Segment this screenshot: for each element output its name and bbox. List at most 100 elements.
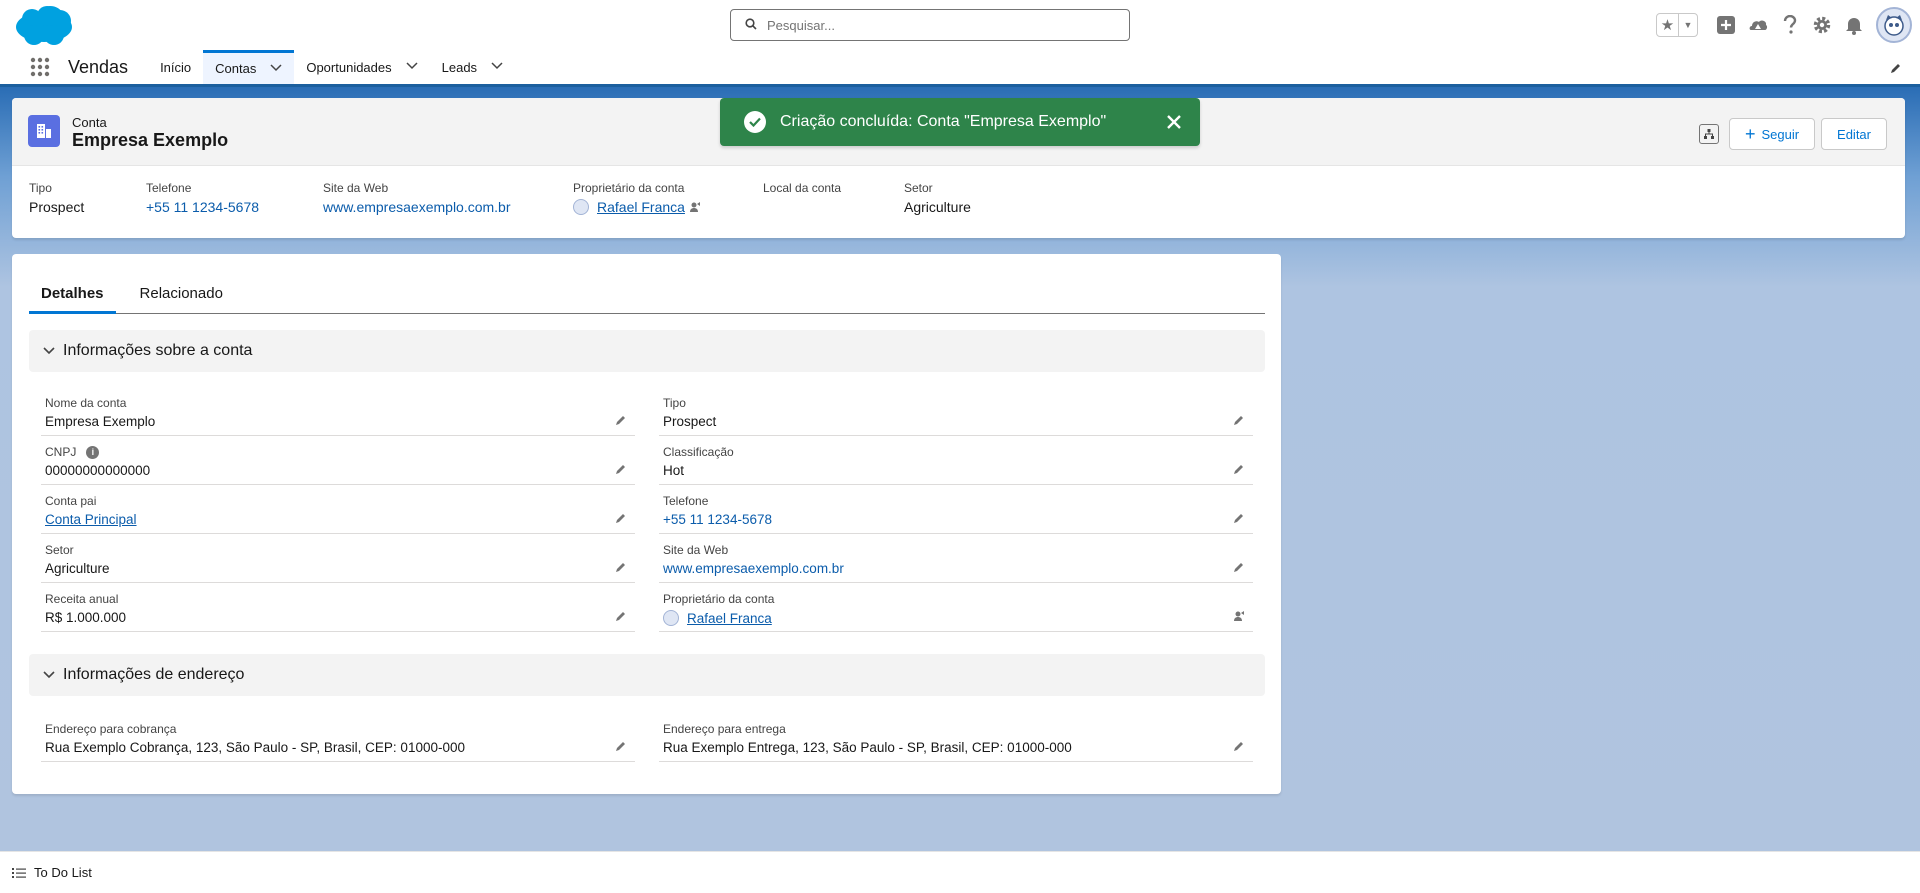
record-object-label: Conta (72, 115, 107, 130)
app-name: Vendas (68, 56, 129, 77)
follow-button[interactable]: + Seguir (1728, 118, 1816, 150)
add-icon[interactable] (1710, 15, 1742, 35)
record-actions: + Seguir Editar (1698, 118, 1887, 150)
owner-link[interactable]: Rafael Franca (597, 199, 685, 215)
chevron-down-icon[interactable] (406, 61, 418, 73)
chevron-down-icon[interactable] (43, 347, 55, 355)
user-avatar[interactable] (1876, 7, 1912, 43)
highlight-label: Local da conta (763, 181, 842, 195)
close-icon[interactable] (1162, 110, 1186, 134)
pencil-icon[interactable] (613, 738, 629, 754)
pencil-icon[interactable] (613, 559, 629, 575)
pencil-icon[interactable] (1890, 62, 1902, 77)
field-type: Tipo Prospect (659, 388, 1253, 436)
field-label: Tipo (663, 396, 686, 410)
change-owner-icon[interactable] (1231, 608, 1247, 624)
pencil-icon[interactable] (1231, 510, 1247, 526)
field-website: Site da Web www.empresaexemplo.com.br (659, 535, 1253, 583)
section-account-info[interactable]: Informações sobre a conta (29, 330, 1265, 372)
field-phone: Telefone +55 11 1234-5678 (659, 486, 1253, 534)
highlight-label: Setor (904, 181, 933, 195)
global-search[interactable] (730, 9, 1130, 41)
field-label: Conta pai (45, 494, 97, 508)
highlight-telefone: Telefone +55 11 1234-5678 (146, 181, 323, 215)
highlight-label: Telefone (146, 181, 192, 195)
nav-item-oportunidades[interactable]: Oportunidades (294, 50, 429, 84)
nav-item-label: Oportunidades (306, 59, 392, 75)
hierarchy-icon[interactable] (1698, 124, 1719, 144)
pencil-icon[interactable] (613, 412, 629, 428)
chevron-down-icon[interactable] (270, 63, 282, 75)
highlight-owner: Proprietário da conta Rafael Franca (573, 181, 763, 215)
field-label: Endereço para cobrança (45, 722, 177, 736)
nav-item-contas[interactable]: Contas (203, 50, 295, 84)
pencil-icon[interactable] (613, 510, 629, 526)
cnpj-label: CNPJ (45, 445, 77, 459)
app-launcher-icon[interactable] (20, 50, 60, 84)
phone-link[interactable]: +55 11 1234-5678 (663, 512, 772, 527)
field-rating: Classificação Hot (659, 437, 1253, 485)
field-value: Rua Exemplo Cobrança, 123, São Paulo - S… (45, 740, 465, 755)
todo-list-icon[interactable] (12, 867, 26, 879)
highlight-local: Local da conta (763, 181, 904, 215)
pencil-icon[interactable] (613, 461, 629, 477)
website-link[interactable]: www.empresaexemplo.com.br (663, 561, 844, 576)
field-value: Hot (663, 463, 685, 478)
field-billing-address: Endereço para cobrança Rua Exemplo Cobra… (41, 714, 635, 762)
field-parent-account: Conta pai Conta Principal (41, 486, 635, 534)
tab-detalhes[interactable]: Detalhes (29, 274, 116, 314)
owner-value: Rafael Franca (573, 199, 763, 215)
record-detail-card: Detalhes Relacionado Informações sobre a… (12, 254, 1281, 794)
pencil-icon[interactable] (1231, 412, 1247, 428)
star-icon[interactable]: ★ (1657, 14, 1679, 36)
highlight-tipo: Tipo Prospect (29, 181, 146, 215)
section-title: Informações de endereço (63, 666, 245, 683)
highlight-setor: Setor Agriculture (904, 181, 1054, 215)
field-label: Proprietário da conta (663, 592, 775, 606)
help-icon[interactable] (1774, 15, 1806, 35)
field-value: R$ 1.000.000 (45, 610, 127, 625)
follow-label: Seguir (1761, 126, 1800, 142)
header-utility-icons: ★ ▼ (1656, 7, 1920, 43)
todo-list-button[interactable]: To Do List (34, 865, 92, 880)
salesforce-logo[interactable] (14, 5, 74, 47)
website-link[interactable]: www.empresaexemplo.com.br (323, 199, 573, 215)
pencil-icon[interactable] (1231, 559, 1247, 575)
nav-item-inicio[interactable]: Início (148, 50, 203, 84)
field-label: Classificação (663, 445, 734, 459)
chevron-down-icon[interactable]: ▼ (1679, 14, 1697, 36)
chevron-down-icon[interactable] (491, 61, 503, 73)
pencil-icon[interactable] (1231, 738, 1247, 754)
highlight-site: Site da Web www.empresaexemplo.com.br (323, 181, 573, 215)
pencil-icon[interactable] (613, 608, 629, 624)
field-value: Prospect (663, 414, 717, 429)
field-account-name: Nome da conta Empresa Exemplo (41, 388, 635, 436)
edit-button[interactable]: Editar (1821, 118, 1887, 150)
success-toast: Criação concluída: Conta "Empresa Exempl… (720, 98, 1200, 146)
info-icon[interactable]: i (86, 445, 100, 459)
chevron-down-icon[interactable] (43, 671, 55, 679)
field-cnpj: CNPJ i 00000000000000 (41, 437, 635, 485)
trailhead-icon[interactable] (1742, 16, 1774, 34)
bell-icon[interactable] (1838, 15, 1870, 35)
field-label: Site da Web (663, 543, 729, 557)
owner-link[interactable]: Rafael Franca (687, 611, 772, 626)
field-shipping-address: Endereço para entrega Rua Exemplo Entreg… (659, 714, 1253, 762)
plus-icon: + (1744, 123, 1756, 144)
highlight-value: Agriculture (904, 199, 971, 215)
pencil-icon[interactable] (1231, 461, 1247, 477)
highlight-label: Proprietário da conta (573, 181, 685, 195)
highlight-label: Tipo (29, 181, 52, 195)
change-owner-icon[interactable] (689, 201, 701, 213)
tab-relacionado[interactable]: Relacionado (128, 274, 235, 313)
parent-account-link[interactable]: Conta Principal (45, 512, 137, 527)
gear-icon[interactable] (1806, 15, 1838, 35)
search-input[interactable] (767, 17, 1107, 33)
nav-item-leads[interactable]: Leads (430, 50, 515, 84)
phone-link[interactable]: +55 11 1234-5678 (146, 199, 323, 215)
highlight-label: Site da Web (323, 181, 389, 195)
section-address-info[interactable]: Informações de endereço (29, 654, 1265, 696)
page-title: Empresa Exemplo (72, 130, 229, 150)
field-label: CNPJ i (45, 445, 100, 459)
section-title: Informações sobre a conta (63, 342, 253, 359)
